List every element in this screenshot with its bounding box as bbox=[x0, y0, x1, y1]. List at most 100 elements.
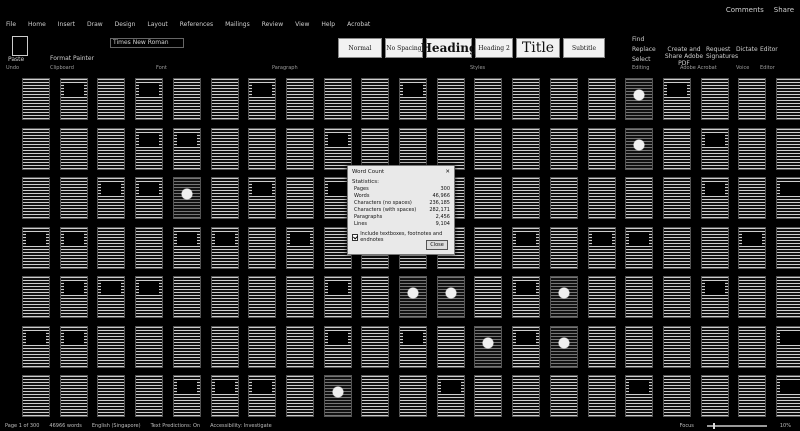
page-thumbnail[interactable] bbox=[625, 78, 654, 120]
language-indicator[interactable]: English (Singapore) bbox=[87, 423, 146, 429]
page-thumbnail[interactable] bbox=[587, 325, 616, 368]
page-thumbnail[interactable] bbox=[172, 177, 201, 219]
page-thumbnail[interactable] bbox=[22, 177, 50, 219]
page-thumbnail[interactable] bbox=[97, 276, 126, 318]
page-thumbnail[interactable] bbox=[22, 375, 50, 417]
request-signatures-button[interactable]: Request Signatures bbox=[706, 46, 738, 60]
menu-design[interactable]: Design bbox=[109, 21, 142, 28]
page-thumbnail[interactable] bbox=[59, 226, 88, 269]
paste-icon[interactable] bbox=[12, 36, 28, 56]
page-thumbnail[interactable] bbox=[512, 375, 541, 417]
menu-acrobat[interactable]: Acrobat bbox=[341, 21, 376, 28]
focus-button[interactable]: Focus bbox=[675, 423, 699, 429]
page-thumbnail[interactable] bbox=[512, 325, 541, 368]
page-thumbnail[interactable] bbox=[474, 177, 503, 219]
page-thumbnail[interactable] bbox=[776, 78, 800, 120]
page-thumbnail[interactable] bbox=[625, 375, 654, 417]
page-thumbnail[interactable] bbox=[662, 325, 691, 368]
style-heading-2[interactable]: Heading 2 bbox=[475, 38, 513, 58]
page-thumbnail[interactable] bbox=[210, 78, 239, 120]
page-thumbnail[interactable] bbox=[285, 325, 314, 368]
page-thumbnail[interactable] bbox=[323, 127, 352, 170]
page-thumbnail[interactable] bbox=[700, 375, 729, 417]
font-name-select[interactable]: Times New Roman bbox=[110, 38, 184, 48]
page-thumbnail[interactable] bbox=[512, 127, 541, 170]
page-thumbnail[interactable] bbox=[549, 177, 578, 219]
page-thumbnail[interactable] bbox=[512, 226, 541, 269]
page-thumbnail[interactable] bbox=[59, 78, 88, 120]
page-thumbnail[interactable] bbox=[662, 177, 691, 219]
page-thumbnail[interactable] bbox=[738, 325, 767, 368]
word-count-indicator[interactable]: 46966 words bbox=[44, 423, 86, 429]
page-thumbnail[interactable] bbox=[248, 177, 277, 219]
page-thumbnail[interactable] bbox=[210, 276, 239, 318]
page-thumbnail[interactable] bbox=[776, 177, 800, 219]
accessibility-indicator[interactable]: Accessibility: Investigate bbox=[205, 423, 277, 429]
page-thumbnail[interactable] bbox=[512, 78, 541, 120]
page-thumbnail[interactable] bbox=[776, 375, 800, 417]
page-thumbnail[interactable] bbox=[549, 325, 578, 368]
page-thumbnail[interactable] bbox=[361, 276, 390, 318]
page-thumbnail[interactable] bbox=[549, 127, 578, 170]
page-thumbnail[interactable] bbox=[285, 375, 314, 417]
page-indicator[interactable]: Page 1 of 300 bbox=[0, 423, 44, 429]
page-thumbnail[interactable] bbox=[323, 276, 352, 318]
page-thumbnail[interactable] bbox=[776, 127, 800, 170]
page-thumbnail[interactable] bbox=[59, 127, 88, 170]
page-thumbnail[interactable] bbox=[587, 177, 616, 219]
page-thumbnail[interactable] bbox=[700, 226, 729, 269]
page-thumbnail[interactable] bbox=[776, 325, 800, 368]
menu-file[interactable]: File bbox=[0, 21, 22, 28]
page-thumbnail[interactable] bbox=[172, 276, 201, 318]
page-thumbnail[interactable] bbox=[549, 78, 578, 120]
page-thumbnail[interactable] bbox=[323, 325, 352, 368]
create-share-pdf-button[interactable]: Create and Share Adobe PDF bbox=[664, 46, 704, 67]
close-icon[interactable]: ✕ bbox=[445, 169, 450, 175]
menu-layout[interactable]: Layout bbox=[141, 21, 173, 28]
page-thumbnail[interactable] bbox=[248, 78, 277, 120]
page-thumbnail[interactable] bbox=[135, 325, 164, 368]
page-thumbnail[interactable] bbox=[97, 325, 126, 368]
page-thumbnail[interactable] bbox=[323, 375, 352, 417]
page-thumbnail[interactable] bbox=[210, 325, 239, 368]
page-thumbnail[interactable] bbox=[172, 78, 201, 120]
page-thumbnail[interactable] bbox=[738, 276, 767, 318]
page-thumbnail[interactable] bbox=[172, 375, 201, 417]
style-heading[interactable]: Heading bbox=[421, 38, 477, 58]
page-thumbnail[interactable] bbox=[738, 127, 767, 170]
page-thumbnail[interactable] bbox=[399, 127, 427, 170]
page-thumbnail[interactable] bbox=[700, 78, 729, 120]
zoom-thumb[interactable] bbox=[712, 423, 715, 429]
page-thumbnail[interactable] bbox=[361, 127, 390, 170]
page-thumbnail[interactable] bbox=[700, 325, 729, 368]
page-thumbnail[interactable] bbox=[172, 127, 201, 170]
page-thumbnail[interactable] bbox=[172, 226, 201, 269]
page-thumbnail[interactable] bbox=[436, 325, 465, 368]
page-thumbnail[interactable] bbox=[738, 375, 767, 417]
page-thumbnail[interactable] bbox=[210, 177, 239, 219]
page-thumbnail[interactable] bbox=[172, 325, 201, 368]
style-title[interactable]: Title bbox=[516, 38, 560, 58]
page-thumbnail[interactable] bbox=[662, 276, 691, 318]
page-thumbnail[interactable] bbox=[59, 375, 88, 417]
zoom-slider[interactable] bbox=[706, 423, 767, 429]
page-thumbnail[interactable] bbox=[549, 276, 578, 318]
format-painter-button[interactable]: Format Painter bbox=[50, 55, 94, 62]
page-thumbnail[interactable] bbox=[474, 375, 503, 417]
page-thumbnail[interactable] bbox=[625, 226, 654, 269]
page-thumbnail[interactable] bbox=[399, 325, 427, 368]
page-thumbnail[interactable] bbox=[248, 226, 277, 269]
page-thumbnail[interactable] bbox=[436, 127, 465, 170]
page-thumbnail[interactable] bbox=[587, 375, 616, 417]
page-thumbnail[interactable] bbox=[549, 375, 578, 417]
menu-home[interactable]: Home bbox=[22, 21, 52, 28]
page-thumbnail[interactable] bbox=[285, 78, 314, 120]
page-thumbnail[interactable] bbox=[59, 177, 88, 219]
page-thumbnail[interactable] bbox=[248, 325, 277, 368]
page-thumbnail[interactable] bbox=[738, 78, 767, 120]
page-thumbnail[interactable] bbox=[436, 78, 465, 120]
page-thumbnail[interactable] bbox=[97, 127, 126, 170]
page-thumbnail[interactable] bbox=[135, 375, 164, 417]
page-thumbnail[interactable] bbox=[361, 375, 390, 417]
menu-review[interactable]: Review bbox=[256, 21, 289, 28]
